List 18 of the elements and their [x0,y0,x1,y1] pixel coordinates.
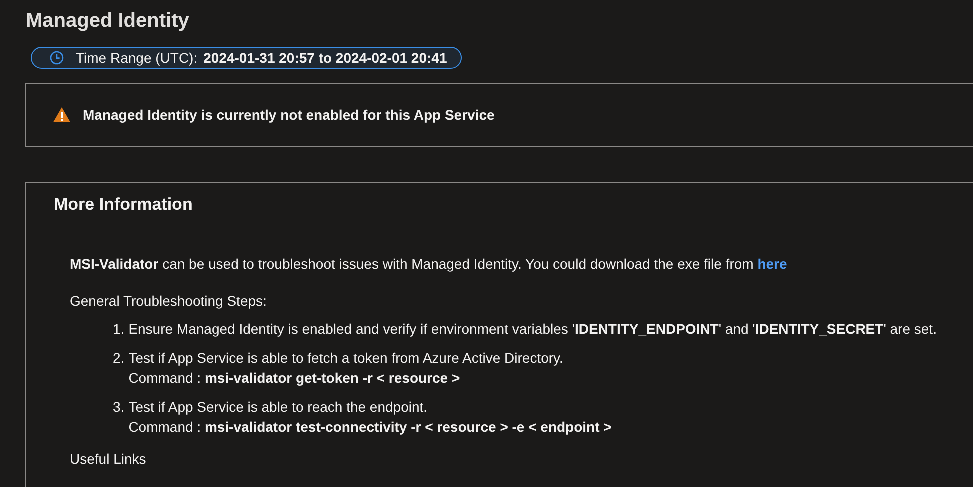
step-text: Test if App Service is able to fetch a token from Azure Active Directory. [128,350,564,366]
step-number: 3. [113,399,125,417]
command-line: Command : msi-validator test-connectivity -r < resource > -e < endpoint > [128,419,612,435]
command-line: Command : msi-validator get-token -r < resource > [128,370,462,386]
download-link[interactable]: here [758,256,788,272]
warning-icon [53,107,71,123]
clock-icon [50,51,64,65]
section-heading: More Information [54,195,194,215]
step-number: 1. [113,321,125,337]
page-title: Managed Identity [26,10,190,33]
step-text: Test if App Service is able to reach the endpoint. [128,399,429,415]
steps-heading: General Troubleshooting Steps: [70,293,268,309]
time-range-pill[interactable]: Time Range (UTC): 2024-01-31 20:57 to 2024-02-01 20:41 [31,47,462,69]
intro-paragraph: MSI-Validator can be used to troubleshoot issues with Managed Identity. You could download the exe file from here [70,256,788,272]
alert-message: Managed Identity is currently not enabled for this App Service [83,107,495,123]
step-text: Ensure Managed Identity is enabled and verify if environment variables 'IDENTITY_ENDPOINT' and 'IDENTITY_SECRET' are set. [128,321,937,337]
links-heading: Useful Links [70,451,148,467]
step-number: 2. [113,350,125,368]
